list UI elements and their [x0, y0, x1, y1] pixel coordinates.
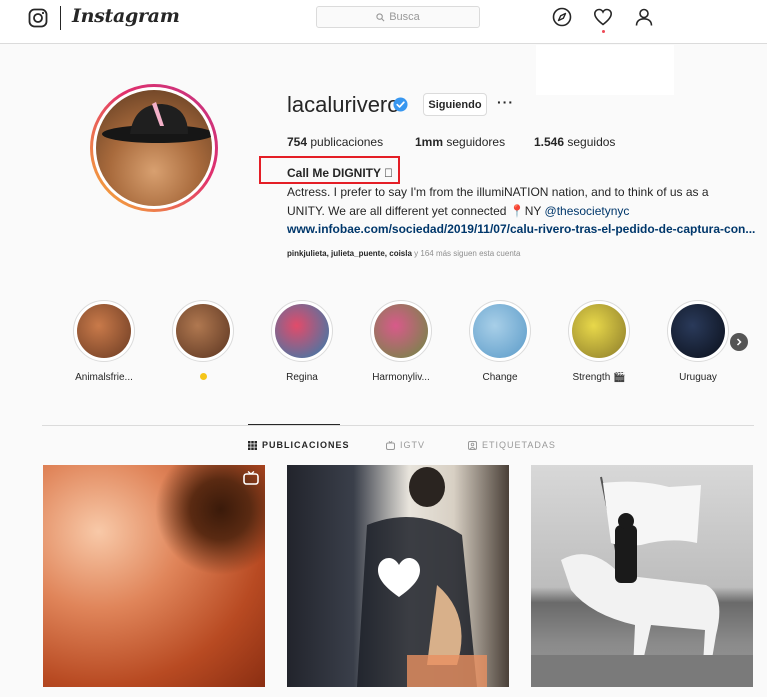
tabs-divider: [42, 425, 754, 426]
followed-by-count: y 164 más siguen esta cuenta: [411, 249, 521, 258]
person-icon[interactable]: [634, 7, 654, 27]
followed-by-names: pinkjulieta, julieta_puente, coisla: [287, 249, 412, 258]
highlight-cover: [568, 300, 630, 362]
highlight-image: [572, 304, 626, 358]
posts-label: publicaciones: [310, 135, 384, 149]
avatar-photo: [102, 102, 212, 143]
top-navigation-bar: Instagram Busca: [0, 0, 767, 44]
highlight-item[interactable]: Change: [461, 300, 539, 383]
highlight-item[interactable]: Regina: [263, 300, 341, 383]
posts-stat: 754 publicaciones: [287, 135, 383, 149]
tag-icon: [468, 440, 477, 450]
highlight-item[interactable]: Strength 🎬: [560, 300, 638, 383]
verified-badge-icon: [393, 97, 408, 112]
following-button[interactable]: Siguiendo: [423, 93, 487, 116]
highlight-item[interactable]: Animalsfrie...: [65, 300, 143, 383]
following-stat[interactable]: 1.546 seguidos: [534, 135, 615, 149]
highlight-label: Strength 🎬: [572, 372, 626, 383]
igtv-icon: [386, 440, 395, 450]
instagram-glyph-icon[interactable]: [28, 8, 48, 28]
highlight-label: Uruguay: [679, 372, 717, 383]
highlight-cover: [73, 300, 135, 362]
highlight-label: Harmonyliv...: [372, 372, 430, 383]
highlight-image: [374, 304, 428, 358]
bio-mention-link[interactable]: @thesocietynyc: [545, 204, 630, 218]
chevron-right-icon: [736, 338, 742, 346]
heart-overlay-icon: [378, 558, 420, 597]
profile-website-link[interactable]: www.infobae.com/sociedad/2019/11/07/calu…: [287, 222, 755, 236]
heart-icon[interactable]: [593, 7, 613, 27]
following-label: seguidos: [567, 135, 616, 149]
highlight-cover: [271, 300, 333, 362]
post-thumbnail-1[interactable]: [43, 465, 265, 687]
tab-posts[interactable]: PUBLICACIONES: [248, 440, 350, 450]
notification-dot: [602, 30, 605, 33]
highlight-item[interactable]: [164, 300, 242, 383]
bio-line-1: Actress. I prefer to say I'm from the il…: [287, 185, 709, 199]
profile-bio: Actress. I prefer to say I'm from the il…: [287, 183, 757, 221]
tab-tagged-label: ETIQUETADAS: [482, 440, 556, 450]
search-input[interactable]: Busca: [316, 6, 480, 28]
search-icon: [376, 12, 385, 21]
highlight-image: [671, 304, 725, 358]
bio-line-2: UNITY. We are all different yet connecte…: [287, 202, 757, 221]
highlight-item[interactable]: Uruguay: [659, 300, 737, 383]
highlight-cover: [667, 300, 729, 362]
highlights-next-button[interactable]: [730, 333, 748, 351]
post-photo-3: [531, 476, 753, 687]
highlight-image: [176, 304, 230, 358]
active-tab-indicator: [248, 424, 340, 425]
followers-stat[interactable]: 1mm seguidores: [415, 135, 505, 149]
more-options-button[interactable]: ···: [497, 94, 514, 110]
profile-avatar-ring[interactable]: [90, 84, 218, 212]
instagram-wordmark[interactable]: Instagram: [72, 5, 180, 27]
bio-line-2-text: UNITY. We are all different yet connecte…: [287, 204, 545, 218]
grid-icon: [248, 440, 257, 450]
profile-username: lacalurivero: [287, 92, 400, 117]
following-count: 1.546: [534, 135, 565, 149]
highlight-label: Change: [482, 372, 518, 383]
highlight-label: Animalsfrie...: [75, 372, 133, 383]
tab-igtv[interactable]: IGTV: [386, 440, 425, 450]
highlight-label-dot: [164, 372, 242, 383]
highlight-cover: [469, 300, 531, 362]
post-thumbnail-3[interactable]: [531, 465, 753, 687]
compass-icon[interactable]: [552, 7, 572, 27]
highlight-cover: [172, 300, 234, 362]
redaction-patch: [536, 45, 674, 95]
post-thumbnail-2[interactable]: [287, 465, 509, 687]
tab-posts-label: PUBLICACIONES: [262, 440, 350, 450]
highlight-image: [275, 304, 329, 358]
highlight-cover: [370, 300, 432, 362]
profile-full-name: Call Me DIGNITY ⃞: [287, 166, 394, 180]
highlight-label: Regina: [286, 372, 318, 383]
avatar: [96, 90, 212, 206]
brand-separator: [60, 6, 61, 30]
igtv-badge-icon: [243, 471, 259, 485]
posts-count: 754: [287, 135, 308, 149]
search-placeholder: Busca: [389, 11, 420, 23]
tab-tagged[interactable]: ETIQUETADAS: [468, 440, 556, 450]
followed-by-text[interactable]: pinkjulieta, julieta_puente, coisla y 16…: [287, 249, 520, 258]
highlight-image: [473, 304, 527, 358]
highlight-image: [77, 304, 131, 358]
highlight-item[interactable]: Harmonyliv...: [362, 300, 440, 383]
yellow-dot-icon: [199, 373, 207, 380]
followers-count: 1mm: [415, 135, 444, 149]
followers-label: seguidores: [446, 135, 506, 149]
tab-igtv-label: IGTV: [400, 440, 426, 450]
